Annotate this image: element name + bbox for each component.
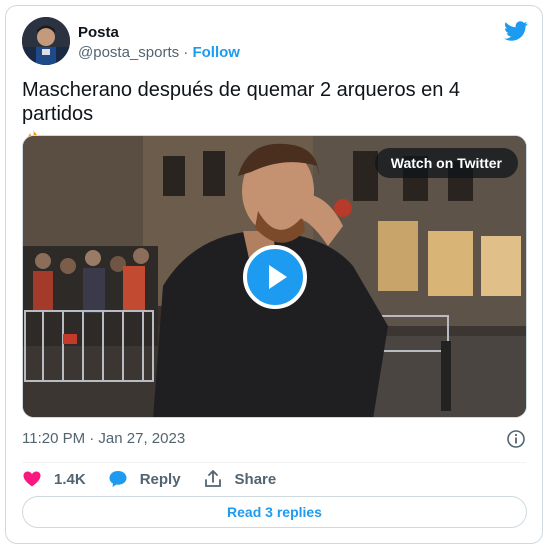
author-name[interactable]: Posta	[78, 24, 119, 41]
tweet-timestamp[interactable]: 11:20 PM · Jan 27, 2023	[22, 430, 185, 447]
tweet-card: Posta @posta_sports · Follow Mascherano …	[5, 5, 543, 544]
reply-button[interactable]: Reply	[108, 469, 181, 489]
share-label: Share	[234, 470, 277, 488]
author-handle[interactable]: @posta_sports	[78, 44, 179, 61]
play-icon	[269, 265, 287, 289]
separator-dot: ·	[183, 44, 189, 61]
info-icon[interactable]	[506, 429, 526, 449]
follow-button[interactable]: Follow	[192, 44, 240, 61]
watch-on-twitter-button[interactable]: Watch on Twitter	[374, 148, 518, 178]
share-icon	[204, 470, 221, 487]
reply-label: Reply	[139, 470, 181, 488]
twitter-bird-icon[interactable]	[504, 19, 528, 43]
like-count: 1.4K	[54, 470, 86, 488]
action-bar: 1.4K Reply Share	[22, 467, 298, 491]
video-thumbnail[interactable]: Watch on Twitter	[22, 135, 527, 418]
avatar[interactable]	[22, 17, 70, 65]
share-button[interactable]: Share	[203, 469, 277, 489]
heart-icon	[23, 471, 41, 487]
like-button[interactable]: 1.4K	[22, 469, 86, 489]
play-button[interactable]	[243, 245, 307, 309]
read-replies-button[interactable]: Read 3 replies	[22, 496, 527, 528]
reply-bubble-icon	[109, 471, 127, 487]
divider	[22, 462, 526, 463]
tweet-text: Mascherano después de quemar 2 arqueros …	[22, 79, 461, 125]
author-handle-row: @posta_sports · Follow	[78, 44, 240, 61]
